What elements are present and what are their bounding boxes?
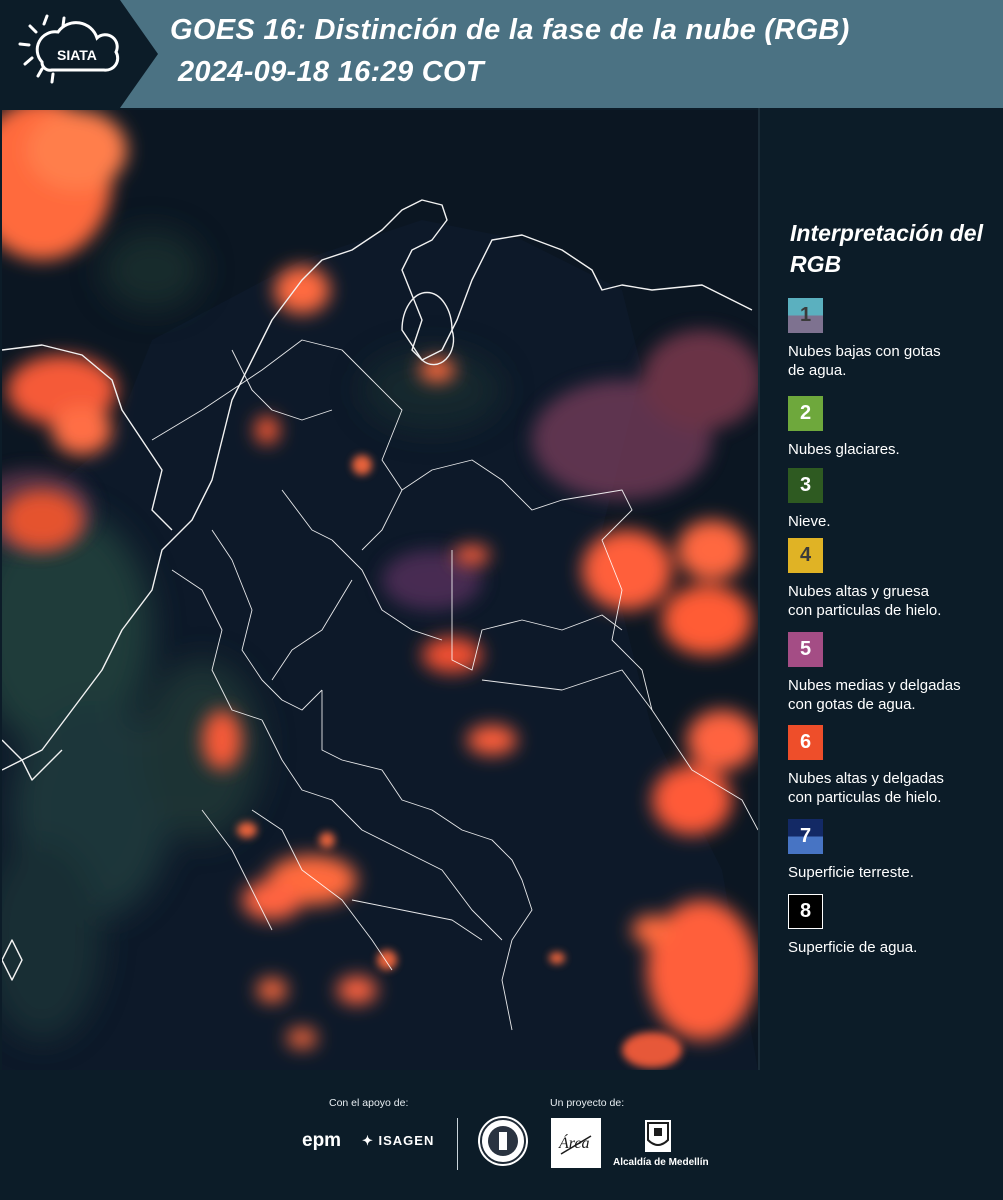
alcaldia-label: Alcaldía de Medellín <box>613 1157 709 1168</box>
legend-item-7: 7 Superficie terreste. <box>788 819 1000 882</box>
legend-number-4: 4 <box>799 544 812 566</box>
legend-item-1: 1 Nubes bajas con gotas de agua. <box>788 298 1000 380</box>
footer-divider <box>457 1118 458 1170</box>
legend-label-6: Nubes altas y delgadas con particulas de … <box>788 770 944 806</box>
legend-item-8: 8 Superficie de agua. <box>788 894 1000 957</box>
legend-swatch-1: 1 <box>788 298 823 333</box>
legend-label-3: Nieve. <box>788 513 831 530</box>
svg-text:Área: Área <box>558 1133 590 1152</box>
siata-logo-text: SIATA <box>57 47 97 63</box>
university-seal-icon <box>478 1116 528 1166</box>
header-bar: SIATA GOES 16: Distinción de la fase de … <box>0 0 1003 108</box>
legend-swatch-7: 7 <box>788 819 823 854</box>
legend-item-3: 3 Nieve. <box>788 468 1000 531</box>
legend-swatch-8: 8 <box>788 894 823 929</box>
page-root: SIATA GOES 16: Distinción de la fase de … <box>0 0 1003 1200</box>
legend-swatch-6: 6 <box>788 725 823 760</box>
alcaldia-shield-icon <box>645 1120 671 1152</box>
legend-label-2: Nubes glaciares. <box>788 441 900 458</box>
page-timestamp: 2024-09-18 16:29 COT <box>178 56 484 88</box>
legend-swatch-3: 3 <box>788 468 823 503</box>
satellite-map <box>2 110 758 1070</box>
legend-label-7: Superficie terreste. <box>788 864 914 881</box>
legend-number-3: 3 <box>799 474 812 496</box>
support-label: Con el apoyo de: <box>329 1097 409 1109</box>
legend-item-2: 2 Nubes glaciares. <box>788 396 1000 459</box>
area-metropolitana-logo: Área <box>551 1118 601 1168</box>
legend-label-4: Nubes altas y gruesa con particulas de hi… <box>788 583 942 619</box>
legend-swatch-2: 2 <box>788 396 823 431</box>
legend-label-1: Nubes bajas con gotas de agua. <box>788 343 941 379</box>
legend-item-6: 6 Nubes altas y delgadas con particulas d… <box>788 725 1000 807</box>
legend-item-4: 4 Nubes altas y gruesa con particulas de … <box>788 538 1000 620</box>
legend-label-8: Superficie de agua. <box>788 939 918 956</box>
legend-swatch-4: 4 <box>788 538 823 573</box>
project-label: Un proyecto de: <box>550 1097 625 1109</box>
epm-logo: epm <box>302 1130 342 1151</box>
page-title: GOES 16: Distinción de la fase de la nub… <box>170 14 850 46</box>
legend-label-5: Nubes medias y delgadas con gotas de agua… <box>788 677 961 713</box>
legend-panel: Interpretación del RGB 1 Nubes bajas con… <box>760 108 1003 1070</box>
legend-number-2: 2 <box>799 402 812 424</box>
legend-number-1: 1 <box>799 304 812 326</box>
legend-number-6: 6 <box>799 731 812 753</box>
siata-logo: SIATA <box>0 0 158 108</box>
legend-item-5: 5 Nubes medias y delgadas con gotas de ag… <box>788 632 1000 714</box>
legend-number-7: 7 <box>799 825 812 847</box>
isagen-logo: ✦ ISAGEN <box>362 1133 435 1148</box>
footer: Con el apoyo de: Un proyecto de: epm ✦ I… <box>0 1070 1003 1200</box>
legend-swatch-5: 5 <box>788 632 823 667</box>
legend-title: Interpretación del RGB <box>790 220 983 277</box>
legend-number-5: 5 <box>799 638 812 660</box>
legend-number-8: 8 <box>799 900 812 922</box>
